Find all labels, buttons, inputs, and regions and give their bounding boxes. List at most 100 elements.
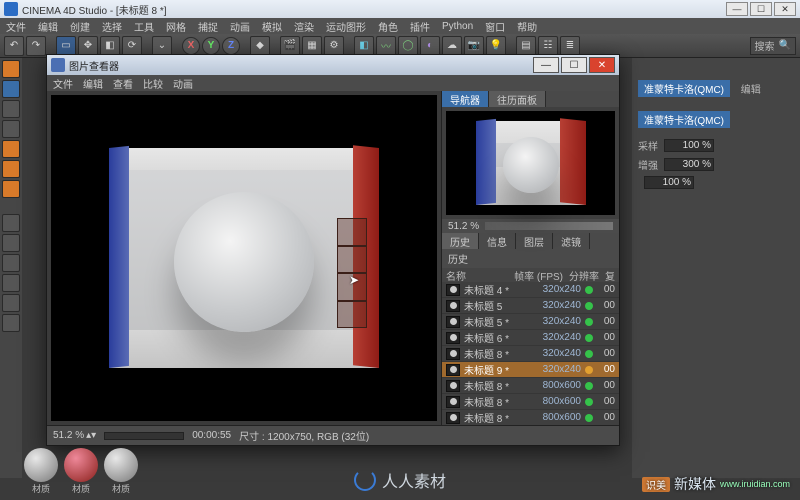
- menu-help[interactable]: 帮助: [517, 19, 537, 34]
- texture-mode-button[interactable]: [2, 100, 20, 118]
- object-search[interactable]: 搜索 🔍: [750, 37, 796, 55]
- z-axis-toggle[interactable]: Z: [222, 37, 240, 55]
- pv-menu-file[interactable]: 文件: [53, 76, 73, 91]
- menu-snap[interactable]: 捕捉: [198, 19, 218, 34]
- add-camera-button[interactable]: 📷: [464, 36, 484, 56]
- add-light-button[interactable]: 💡: [486, 36, 506, 56]
- tab-navigator[interactable]: 导航器: [442, 91, 489, 107]
- pv-titlebar[interactable]: 图片查看器 — ☐ ✕: [47, 55, 619, 75]
- menu-file[interactable]: 文件: [6, 19, 26, 34]
- add-cube-button[interactable]: ◧: [354, 36, 374, 56]
- history-row[interactable]: 未标题 5 *320x24000: [442, 314, 619, 330]
- locked-workplane-button[interactable]: [2, 294, 20, 312]
- menu-mograph[interactable]: 运动图形: [326, 19, 366, 34]
- pv-maximize-button[interactable]: ☐: [561, 57, 587, 73]
- pv-menu-edit[interactable]: 编辑: [83, 76, 103, 91]
- pv-mini-zoom-slider[interactable]: [485, 222, 613, 230]
- pv-menu-anim[interactable]: 动画: [173, 76, 193, 91]
- workplane-button[interactable]: [2, 274, 20, 292]
- y-axis-toggle[interactable]: Y: [202, 37, 220, 55]
- add-deformer-button[interactable]: ◐: [420, 36, 440, 56]
- htab-history[interactable]: 历史: [442, 233, 479, 249]
- pv-minimize-button[interactable]: —: [533, 57, 559, 73]
- menu-edit[interactable]: 编辑: [38, 19, 58, 34]
- attr-field-3[interactable]: [644, 176, 694, 189]
- redo-button[interactable]: ↷: [26, 36, 46, 56]
- pv-navigator-thumb[interactable]: [446, 111, 615, 215]
- pv-menu-view[interactable]: 查看: [113, 76, 133, 91]
- move-button[interactable]: ✥: [78, 36, 98, 56]
- zoom-spinner-icon[interactable]: ▴▾: [86, 430, 96, 441]
- layout-button[interactable]: ▤: [516, 36, 536, 56]
- content-browser-button[interactable]: ☷: [538, 36, 558, 56]
- pv-canvas[interactable]: ➤: [51, 95, 437, 421]
- coord-system-button[interactable]: ◆: [250, 36, 270, 56]
- menu-python[interactable]: Python: [442, 21, 473, 32]
- menu-select[interactable]: 选择: [102, 19, 122, 34]
- menu-character[interactable]: 角色: [378, 19, 398, 34]
- attr-tab-qmc[interactable]: 准蒙特卡洛(QMC): [638, 80, 730, 97]
- workplane-mode-button[interactable]: [2, 120, 20, 138]
- history-row[interactable]: 未标题 4 *320x24000: [442, 282, 619, 298]
- point-mode-button[interactable]: [2, 140, 20, 158]
- tab-history-panel[interactable]: 往历面板: [489, 91, 546, 107]
- pv-history-list[interactable]: 未标题 4 *320x24000未标题 5320x24000未标题 5 *320…: [442, 282, 619, 425]
- make-editable-button[interactable]: [2, 60, 20, 78]
- material-ball-3[interactable]: [104, 448, 138, 482]
- menu-tools[interactable]: 工具: [134, 19, 154, 34]
- recent-tools-button[interactable]: ⌄: [152, 36, 172, 56]
- maximize-button[interactable]: ☐: [750, 2, 772, 16]
- scale-button[interactable]: ◧: [100, 36, 120, 56]
- structure-button[interactable]: ≣: [560, 36, 580, 56]
- viewport-solo-button[interactable]: [2, 234, 20, 252]
- history-resolution: 800x600: [527, 396, 581, 407]
- material-ball-1[interactable]: [24, 448, 58, 482]
- history-row[interactable]: 未标题 9 *320x24000: [442, 362, 619, 378]
- rotate-button[interactable]: ⟳: [122, 36, 142, 56]
- add-generator-button[interactable]: ◯: [398, 36, 418, 56]
- history-row[interactable]: 未标题 8 *800x60000: [442, 378, 619, 394]
- pv-menubar[interactable]: 文件 编辑 查看 比较 动画: [47, 75, 619, 91]
- snap-toggle-button[interactable]: [2, 254, 20, 272]
- menu-mesh[interactable]: 网格: [166, 19, 186, 34]
- polygon-mode-button[interactable]: [2, 180, 20, 198]
- material-ball-2[interactable]: [64, 448, 98, 482]
- menu-plugins[interactable]: 插件: [410, 19, 430, 34]
- history-row[interactable]: 未标题 6 *320x24000: [442, 330, 619, 346]
- x-axis-toggle[interactable]: X: [182, 37, 200, 55]
- menu-render[interactable]: 渲染: [294, 19, 314, 34]
- history-row[interactable]: 未标题 5320x24000: [442, 298, 619, 314]
- menu-anim[interactable]: 动画: [230, 19, 250, 34]
- history-row[interactable]: 未标题 8 *800x60000: [442, 410, 619, 425]
- render-region-button[interactable]: ▦: [302, 36, 322, 56]
- attr-field-boost[interactable]: [664, 158, 714, 171]
- minimize-button[interactable]: —: [726, 2, 748, 16]
- pv-close-button[interactable]: ✕: [589, 57, 615, 73]
- render-view-button[interactable]: 🎬: [280, 36, 300, 56]
- htab-layer[interactable]: 图层: [516, 233, 553, 249]
- undo-button[interactable]: ↶: [4, 36, 24, 56]
- pv-zoom-slider[interactable]: [104, 432, 184, 440]
- axis-mode-button[interactable]: [2, 214, 20, 232]
- pv-menu-compare[interactable]: 比较: [143, 76, 163, 91]
- menu-create[interactable]: 创建: [70, 19, 90, 34]
- history-row[interactable]: 未标题 8 *800x60000: [442, 394, 619, 410]
- htab-filter[interactable]: 滤镜: [553, 233, 590, 249]
- render-settings-button[interactable]: ⚙: [324, 36, 344, 56]
- add-environment-button[interactable]: ☁: [442, 36, 462, 56]
- close-button[interactable]: ✕: [774, 2, 796, 16]
- model-mode-button[interactable]: [2, 80, 20, 98]
- pv-time: 00:00:55: [192, 430, 231, 441]
- live-select-button[interactable]: ▭: [56, 36, 76, 56]
- attr-field-sampling[interactable]: [664, 139, 714, 152]
- planar-workplane-button[interactable]: [2, 314, 20, 332]
- main-menubar[interactable]: 文件 编辑 创建 选择 工具 网格 捕捉 动画 模拟 渲染 运动图形 角色 插件…: [0, 18, 800, 34]
- htab-info[interactable]: 信息: [479, 233, 516, 249]
- history-row[interactable]: 未标题 8 *320x24000: [442, 346, 619, 362]
- material-manager[interactable]: 材质 材质 材质: [24, 448, 138, 494]
- menu-window[interactable]: 窗口: [485, 19, 505, 34]
- edge-mode-button[interactable]: [2, 160, 20, 178]
- menu-sim[interactable]: 模拟: [262, 19, 282, 34]
- add-spline-button[interactable]: 〰: [376, 36, 396, 56]
- attr-section-qmc[interactable]: 准蒙特卡洛(QMC): [638, 111, 730, 128]
